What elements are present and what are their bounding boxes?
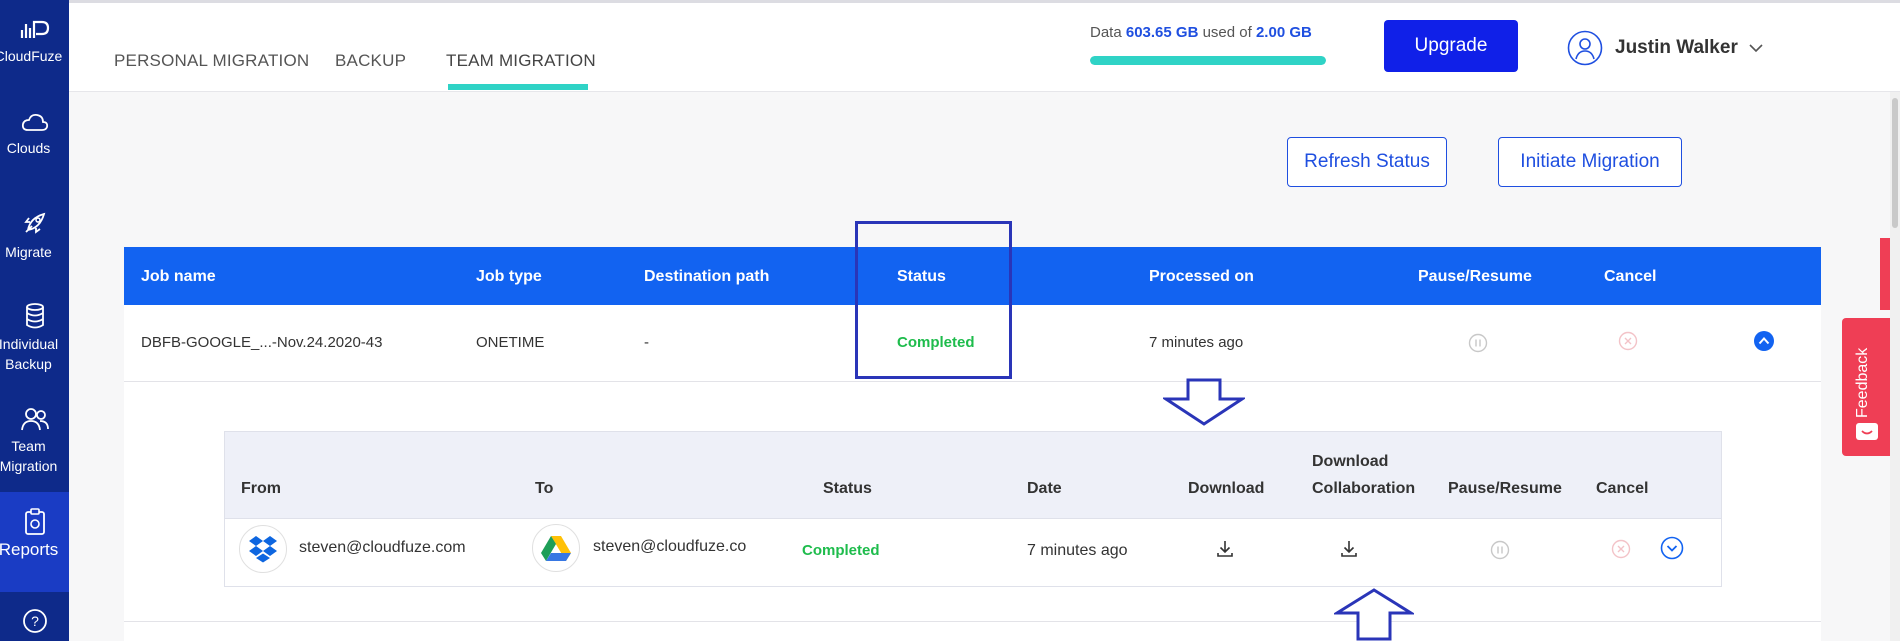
detail-header-from: From: [241, 480, 281, 497]
rocket-icon: [23, 212, 45, 234]
usage-used: 603.65 GB: [1125, 24, 1199, 41]
google-drive-logo-icon: [532, 524, 580, 572]
header-cancel: Cancel: [1604, 268, 1657, 285]
usage-middle: used of: [1202, 24, 1252, 41]
usage-progress-fill: [1090, 56, 1326, 65]
up-arrow-annotation-icon: [1334, 588, 1414, 641]
download-icon[interactable]: [1215, 539, 1235, 559]
reports-icon: [24, 508, 45, 535]
detail-from-email: steven@cloudfuze.com: [299, 539, 466, 556]
header-pause-resume: Pause/Resume: [1418, 268, 1532, 285]
user-menu[interactable]: Justin Walker: [1567, 28, 1764, 68]
feedback-label: Feedback: [1854, 347, 1871, 418]
job-details-table: From To Status Date Download Download Co…: [224, 431, 1722, 587]
detail-date: 7 minutes ago: [1027, 542, 1128, 559]
sidebar-item-clouds[interactable]: Clouds: [0, 112, 69, 158]
header-job-type: Job type: [476, 268, 542, 285]
usage-prefix: Data: [1090, 24, 1122, 41]
data-usage-text: Data 603.65 GB used of 2.00 GB: [1090, 24, 1312, 41]
help-icon: ?: [22, 609, 47, 633]
detail-header-to: To: [535, 480, 554, 497]
pause-icon[interactable]: [1490, 540, 1510, 560]
feedback-chat-icon: [1856, 423, 1878, 440]
job-name: DBFB-GOOGLE_...-Nov.24.2020-43: [141, 334, 383, 351]
sidebar-label-migrate: Migrate: [5, 244, 52, 260]
chevron-down-icon: [1749, 44, 1763, 53]
job-processed-on: 7 minutes ago: [1149, 334, 1244, 351]
detail-header-collaboration: Collaboration: [1312, 480, 1416, 497]
sidebar-label-reports: Reports: [0, 540, 59, 559]
tab-personal-migration[interactable]: PERSONAL MIGRATION: [114, 51, 309, 71]
user-name: Justin Walker: [1615, 37, 1738, 58]
tab-team-migration[interactable]: TEAM MIGRATION: [446, 51, 596, 71]
detail-header-pause-resume: Pause/Resume: [1448, 480, 1562, 497]
download-collaboration-icon[interactable]: [1339, 539, 1359, 559]
table-row[interactable]: steven@cloudfuze.com steven@cloudfuze.co…: [225, 519, 1721, 585]
usage-progress-bar: [1090, 56, 1326, 65]
dropbox-logo-icon: [239, 525, 287, 573]
sidebar-label-backup: Backup: [5, 356, 52, 372]
header-processed-on: Processed on: [1149, 268, 1254, 285]
sidebar-item-individual-backup[interactable]: Individual Backup: [0, 302, 69, 374]
details-table-header: From To Status Date Download Download Co…: [225, 432, 1721, 519]
status-highlight-box: [855, 221, 1012, 379]
sidebar-item-migrate[interactable]: Migrate: [0, 208, 69, 262]
sidebar: CloudFuze Clouds Migrate Individual Back…: [0, 0, 69, 641]
pause-icon[interactable]: [1468, 333, 1488, 353]
sidebar-item-team-migration[interactable]: Team Migration: [0, 406, 69, 476]
sidebar-item-help[interactable]: ?: [0, 608, 69, 638]
detail-header-status: Status: [823, 480, 872, 497]
scrollbar[interactable]: [1890, 92, 1900, 641]
detail-header-download-2: Download: [1312, 453, 1389, 470]
database-icon: [25, 303, 44, 329]
job-destination: -: [644, 334, 649, 351]
detail-header-cancel: Cancel: [1596, 480, 1649, 497]
sidebar-label-team: Team: [11, 438, 46, 454]
sidebar-label-migration: Migration: [0, 458, 58, 474]
cancel-icon[interactable]: [1618, 331, 1638, 351]
down-arrow-annotation-icon: [1163, 378, 1245, 426]
cancel-icon[interactable]: [1611, 539, 1631, 559]
refresh-status-button[interactable]: Refresh Status: [1287, 137, 1447, 187]
sidebar-label-clouds: Clouds: [6, 140, 51, 156]
upgrade-button[interactable]: Upgrade: [1384, 20, 1518, 72]
cloud-icon: [21, 113, 48, 131]
job-type: ONETIME: [476, 334, 545, 351]
svg-text:?: ?: [31, 613, 39, 629]
detail-status: Completed: [802, 542, 880, 559]
usage-total: 2.00 GB: [1255, 24, 1312, 41]
feedback-tab[interactable]: Feedback: [1842, 318, 1890, 456]
collapse-icon[interactable]: [1753, 330, 1775, 352]
initiate-migration-button[interactable]: Initiate Migration: [1498, 137, 1682, 187]
sidebar-label-individual: Individual: [0, 336, 59, 352]
sidebar-label-cloudfuze: CloudFuze: [0, 48, 63, 64]
user-avatar-icon: [1567, 30, 1603, 66]
team-icon: [20, 408, 49, 431]
cloudfuze-logo-icon: [20, 20, 49, 38]
active-tab-indicator: [448, 84, 588, 90]
tab-backup[interactable]: BACKUP: [335, 51, 406, 71]
detail-to-email: steven@cloudfuze.co: [593, 538, 747, 555]
sidebar-item-reports[interactable]: Reports: [0, 492, 69, 592]
expand-icon[interactable]: [1660, 536, 1684, 560]
scrollbar-thumb[interactable]: [1892, 98, 1898, 228]
header-job-name: Job name: [141, 268, 216, 285]
detail-header-download: Download: [1188, 480, 1265, 497]
sidebar-item-cloudfuze[interactable]: CloudFuze: [0, 18, 69, 66]
divider: [124, 621, 1821, 622]
header-destination-path: Destination path: [644, 268, 770, 285]
detail-header-date: Date: [1027, 480, 1062, 497]
